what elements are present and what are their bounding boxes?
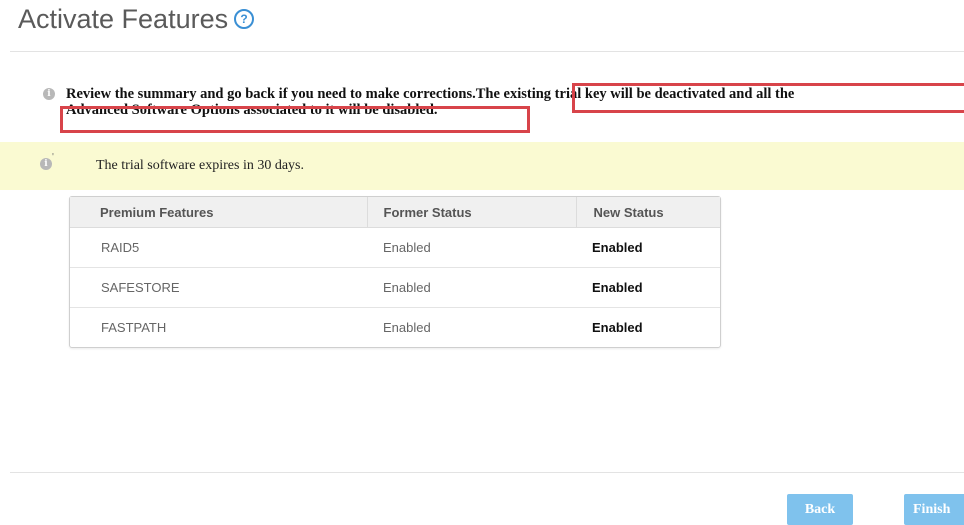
banner-tick: ' — [52, 152, 54, 163]
table-row: RAID5 Enabled Enabled — [70, 228, 720, 268]
trial-expiry-text: The trial software expires in 30 days. — [96, 158, 304, 173]
page-title: Activate Features? — [18, 4, 255, 35]
former-status: Enabled — [367, 307, 576, 347]
review-text: Review the summary and go back if you ne… — [66, 86, 476, 102]
info-icon: i — [40, 158, 52, 170]
new-status: Enabled — [576, 267, 720, 308]
feature-name: FASTPATH — [70, 307, 367, 347]
help-icon[interactable]: ? — [234, 8, 255, 29]
features-table: Premium Features Former Status New Statu… — [69, 196, 721, 348]
column-header-former-status[interactable]: Former Status — [366, 197, 576, 228]
back-button[interactable]: Back — [787, 494, 853, 525]
former-status: Enabled — [383, 240, 431, 255]
table-header-row: Premium Features Former Status New Statu… — [70, 197, 720, 228]
highlight-box-1 — [572, 83, 964, 113]
column-header-new-status[interactable]: New Status — [575, 197, 720, 228]
page-title-text: Activate Features — [18, 4, 229, 34]
header-divider — [10, 51, 964, 52]
table-row: FASTPATH Enabled Enabled — [70, 307, 720, 347]
table-row: SAFESTORE Enabled Enabled — [70, 267, 720, 308]
highlight-box-2 — [60, 106, 530, 133]
former-status: Enabled — [367, 267, 576, 308]
new-status: Enabled — [592, 240, 643, 255]
feature-name: SAFESTORE — [70, 267, 367, 308]
feature-name: RAID5 — [101, 240, 140, 255]
footer-divider — [10, 472, 964, 473]
new-status: Enabled — [576, 307, 720, 347]
column-header-premium-features[interactable]: Premium Features — [70, 197, 367, 228]
finish-button[interactable]: Finish — [904, 494, 964, 525]
info-icon: i — [43, 88, 55, 100]
